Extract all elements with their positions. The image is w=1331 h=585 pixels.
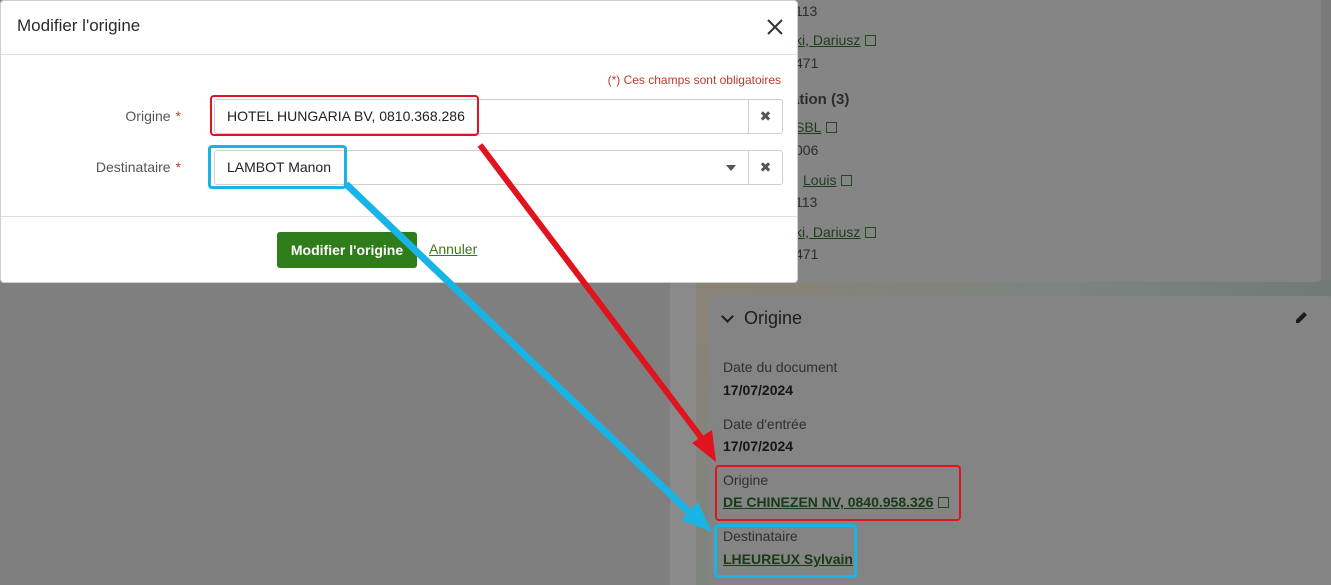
- red-arrow-line: [477, 143, 706, 442]
- blue-arrow-line: [343, 181, 693, 516]
- annotation-arrows: [343, 143, 716, 532]
